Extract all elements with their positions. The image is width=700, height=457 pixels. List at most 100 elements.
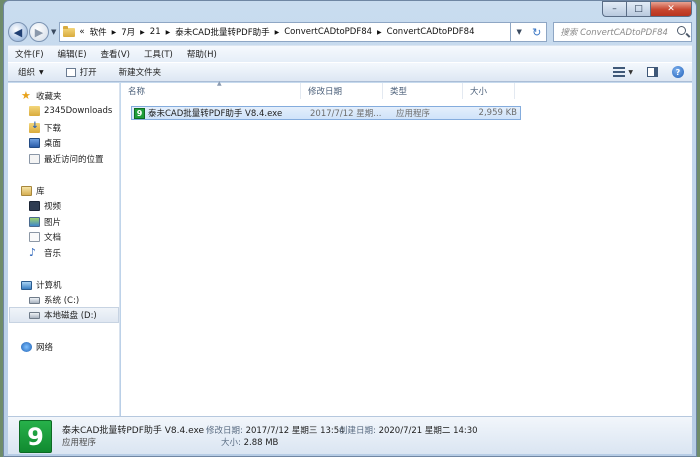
navigation-pane: ★ 收藏夹 2345Downloads 下载 桌面 最近访问的位置 库 视频 [8,83,120,416]
application-large-icon: 9 [19,420,52,453]
nav-item-drive-d[interactable]: 本地磁盘 (D:) [9,307,119,323]
menu-tools[interactable]: 工具(T) [144,48,173,60]
table-row[interactable]: 9 泰未CAD批量转PDF助手 V8.4.exe 2017/7/12 星期...… [131,106,521,120]
menu-help[interactable]: 帮助(H) [187,48,217,60]
nav-computer-label: 计算机 [36,281,62,291]
explorer-window: – □ ✕ ◀ ▶ ▼ « 软件 ▶ 7月 ▶ 21 ▶ 泰未CAD批量转PDF… [3,0,697,457]
maximize-button[interactable]: □ [626,1,650,17]
download-folder-icon [29,121,40,133]
refresh-icon[interactable]: ↻ [532,26,541,39]
back-arrow-icon: ◀ [13,25,23,39]
address-row: ◀ ▶ ▼ « 软件 ▶ 7月 ▶ 21 ▶ 泰未CAD批量转PDF助手 ▶ C… [8,20,692,44]
close-button[interactable]: ✕ [650,1,692,17]
forward-arrow-icon: ▶ [34,25,44,39]
details-file-name: 泰未CAD批量转PDF助手 V8.4.exe [62,426,205,436]
breadcrumb-item[interactable]: 7月 [121,26,135,38]
new-folder-label: 新建文件夹 [118,68,162,78]
nav-item-pictures[interactable]: 图片 [29,216,61,228]
breadcrumb-separator-icon[interactable]: ▶ [112,29,117,36]
music-library-icon: ♪ [29,246,37,259]
menu-file[interactable]: 文件(F) [15,48,44,60]
organize-label: 组织 [18,68,36,78]
nav-item-documents[interactable]: 文档 [29,231,61,243]
breadcrumb-item[interactable]: 软件 [90,26,107,38]
view-list-icon [613,67,626,77]
back-button[interactable]: ◀ [8,22,28,42]
nav-item-downloads[interactable]: 下载 [29,121,61,134]
nav-item-label: 桌面 [44,139,62,149]
computer-icon [21,280,32,290]
nav-item-desktop[interactable]: 桌面 [29,137,61,149]
nav-library-label: 库 [36,187,45,197]
breadcrumb-separator-icon[interactable]: ▶ [377,29,382,36]
column-header-label: 名称 [128,87,146,97]
details-created-label: 创建日期: [339,426,376,436]
chevron-down-icon: ▼ [628,68,633,76]
application-icon: 9 [134,107,145,119]
breadcrumb-separator-icon[interactable]: ▶ [166,29,171,36]
column-header-label: 修改日期 [308,87,343,97]
file-modified: 2017/7/12 星期... [310,109,382,119]
nav-item-label: 视频 [44,202,62,212]
nav-item-label: 图片 [44,218,62,228]
minimize-button[interactable]: – [602,1,626,17]
details-modified: 修改日期: 2017/7/12 星期三 13:54 [206,424,345,436]
documents-library-icon [29,232,40,242]
nav-item-recent-places[interactable]: 最近访问的位置 [29,153,104,165]
nav-computer[interactable]: 计算机 [21,279,62,291]
column-headers: 名称 修改日期 类型 大小 ▲ [121,80,524,99]
details-created: 创建日期: 2020/7/21 星期二 14:30 [339,424,478,436]
column-header-label: 大小 [470,87,488,97]
desktop-icon [29,138,40,148]
nav-item-label: 音乐 [44,249,62,259]
help-icon[interactable]: ? [672,66,684,78]
search-icon[interactable] [677,26,686,35]
breadcrumb-item[interactable]: ConvertCADtoPDF84 [284,27,372,37]
nav-item-videos[interactable]: 视频 [29,200,61,212]
search-input[interactable]: 搜索 ConvertCADtoPDF84 [560,26,668,38]
column-header-size[interactable]: 大小 [463,83,515,99]
column-header-type[interactable]: 类型 [383,83,463,99]
open-icon [65,67,76,77]
file-name: 泰未CAD批量转PDF助手 V8.4.exe [148,109,283,119]
open-button[interactable]: 打开 [65,66,97,78]
nav-network[interactable]: 网络 [21,341,53,353]
details-pane: 9 泰未CAD批量转PDF助手 V8.4.exe 应用程序 修改日期: 2017… [8,416,692,454]
breadcrumb-item[interactable]: ConvertCADtoPDF84 [387,27,475,37]
details-created-value: 2020/7/21 星期二 14:30 [378,426,478,436]
pictures-library-icon [29,217,40,227]
nav-favorites[interactable]: ★ 收藏夹 [21,90,62,102]
nav-item-label: 本地磁盘 (D:) [44,311,97,321]
nav-item-music[interactable]: ♪ 音乐 [29,247,61,259]
caption-buttons: – □ ✕ [602,1,692,17]
breadcrumb-item[interactable]: 泰未CAD批量转PDF助手 [175,26,269,38]
history-dropdown-icon[interactable]: ▼ [51,28,56,36]
nav-item-drive-c[interactable]: 系统 (C:) [29,294,79,306]
breadcrumb-separator-icon[interactable]: ▶ [140,29,145,36]
breadcrumb-overflow[interactable]: « [79,27,84,37]
breadcrumb-item[interactable]: 21 [150,27,161,37]
column-header-modified[interactable]: 修改日期 [301,83,383,99]
column-header-label: 类型 [390,87,408,97]
menu-edit[interactable]: 编辑(E) [58,48,87,60]
nav-item-2345downloads[interactable]: 2345Downloads [29,106,112,116]
new-folder-button[interactable]: 新建文件夹 [119,66,162,78]
address-controls: ▼ ↻ [511,22,548,42]
nav-library[interactable]: 库 [21,185,45,197]
address-bar[interactable]: « 软件 ▶ 7月 ▶ 21 ▶ 泰未CAD批量转PDF助手 ▶ Convert… [59,22,512,42]
column-header-name[interactable]: 名称 [121,83,301,99]
search-box[interactable]: 搜索 ConvertCADtoPDF84 [553,22,692,42]
preview-pane-icon[interactable] [647,67,658,77]
change-view-button[interactable]: ▼ [613,67,633,77]
details-file-type: 应用程序 [62,438,97,448]
local-disk-icon [29,311,40,319]
nav-favorites-label: 收藏夹 [36,92,62,102]
system-drive-icon [29,296,40,304]
menu-view[interactable]: 查看(V) [101,48,130,60]
video-library-icon [29,201,40,211]
address-dropdown-icon[interactable]: ▼ [516,28,521,36]
command-bar: 组织 ▼ 打开 新建文件夹 ▼ ? [8,62,692,82]
organize-button[interactable]: 组织 ▼ [18,66,44,78]
breadcrumb-separator-icon[interactable]: ▶ [275,29,280,36]
forward-button[interactable]: ▶ [29,22,49,42]
